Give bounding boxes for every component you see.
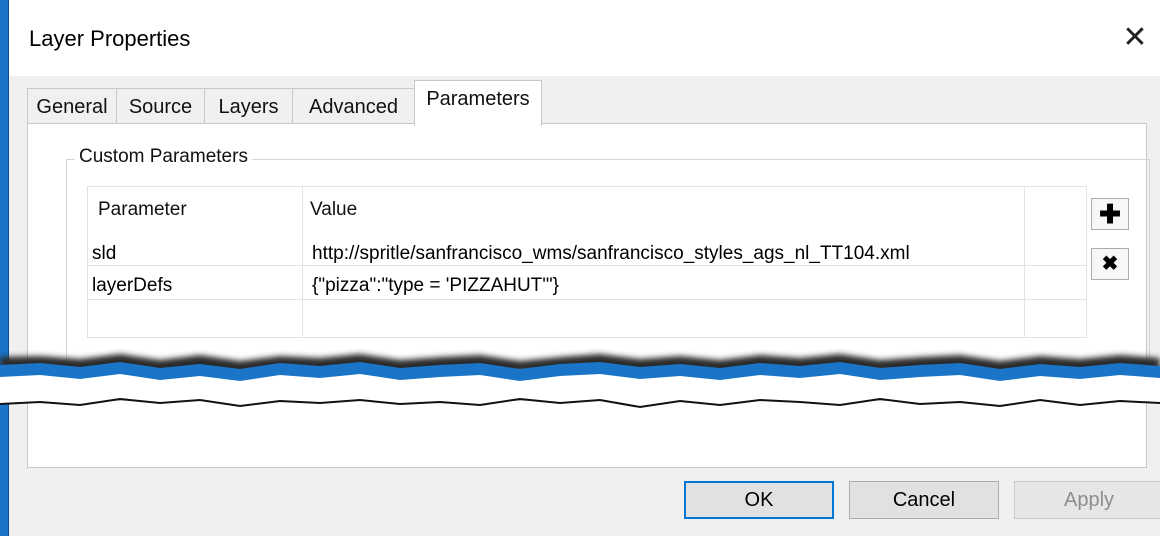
- plus-icon: ✚: [1099, 199, 1121, 229]
- torn-edge-divider: [0, 354, 1160, 409]
- dialog-title: Layer Properties: [29, 26, 191, 51]
- table-cell-parameter[interactable]: layerDefs: [92, 275, 172, 297]
- column-header-value[interactable]: Value: [310, 199, 357, 221]
- ok-button[interactable]: OK: [684, 481, 834, 519]
- column-header-parameter[interactable]: Parameter: [98, 199, 187, 221]
- close-icon[interactable]: ✕: [1115, 18, 1155, 58]
- table-cell-value[interactable]: http://spritle/sanfrancisco_wms/sanfranc…: [312, 243, 910, 265]
- table-cell-value[interactable]: {"pizza":"type = 'PIZZAHUT'"}: [312, 275, 559, 297]
- add-parameter-button[interactable]: ✚: [1091, 198, 1129, 230]
- cancel-button[interactable]: Cancel: [849, 481, 999, 519]
- column-divider: [302, 187, 303, 337]
- delete-icon: ✖: [1101, 253, 1119, 275]
- title-bar: Layer Properties ✕: [9, 0, 1160, 76]
- tab-general[interactable]: General: [27, 88, 117, 124]
- tab-layers[interactable]: Layers: [204, 88, 293, 124]
- tab-parameters[interactable]: Parameters: [414, 80, 542, 126]
- parameters-table: Parameter Value sld http://spritle/sanfr…: [87, 186, 1087, 338]
- tab-advanced[interactable]: Advanced: [292, 88, 415, 124]
- table-cell-parameter[interactable]: sld: [92, 243, 116, 265]
- column-divider: [1024, 187, 1025, 337]
- remove-parameter-button[interactable]: ✖: [1091, 248, 1129, 280]
- row-divider: [88, 265, 1086, 266]
- row-divider: [88, 299, 1086, 300]
- dialog-window: Layer Properties ✕ General Source Layers…: [8, 0, 1160, 536]
- tab-source[interactable]: Source: [116, 88, 205, 124]
- apply-button[interactable]: Apply: [1014, 481, 1160, 519]
- group-label: Custom Parameters: [75, 146, 252, 168]
